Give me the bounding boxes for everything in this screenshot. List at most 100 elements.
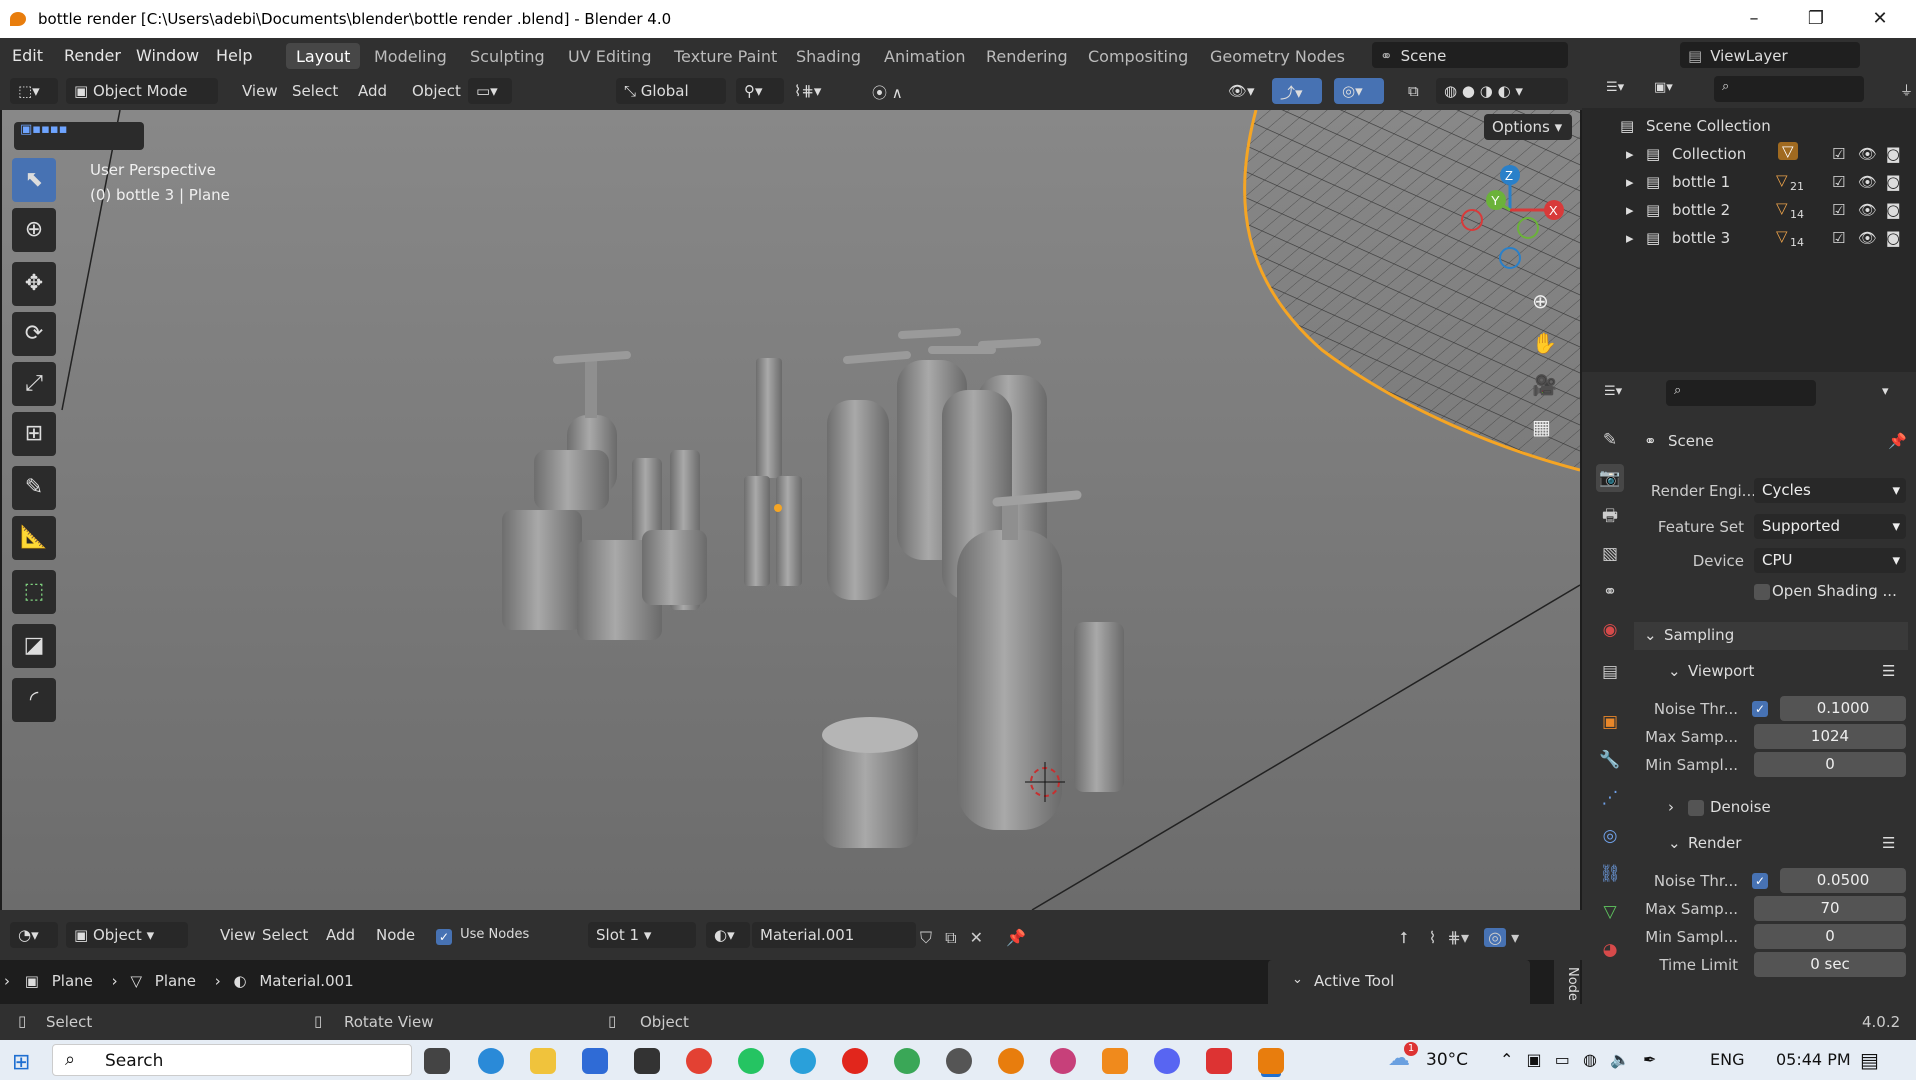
options-button[interactable]: Options ▾ — [1484, 114, 1572, 140]
snap-icon[interactable]: ⌇ — [1429, 928, 1437, 947]
telegram-icon[interactable] — [790, 1048, 816, 1074]
vlc-icon[interactable] — [1102, 1048, 1128, 1074]
notifications-icon[interactable]: ▤ — [1860, 1048, 1879, 1072]
expand-arrow-icon[interactable]: ▸ — [1626, 229, 1634, 247]
expand-arrow-icon[interactable]: ▸ — [1626, 145, 1634, 163]
sampling-panel-header[interactable]: ⌄ Sampling — [1634, 622, 1908, 650]
menu-render[interactable]: Render — [64, 46, 121, 65]
active-tool-panel[interactable]: ⌄ Active Tool — [1268, 960, 1530, 1004]
viewport-subpanel-header[interactable]: ⌄ Viewport ☰ — [1582, 658, 1916, 686]
tab-world-icon[interactable]: ◉ — [1596, 616, 1624, 644]
eye-icon[interactable]: 👁 — [1858, 145, 1877, 163]
orientation-selector[interactable]: ⤡ Global — [616, 78, 726, 104]
node-editor-type-button[interactable]: ◔▾ — [10, 922, 58, 948]
network-globe-icon[interactable]: ◍ — [1583, 1050, 1597, 1069]
tray-icons[interactable]: ⌃ ▣ ▭ ◍ 🔈 ✒ — [1500, 1050, 1656, 1069]
tab-shading[interactable]: Shading — [786, 43, 871, 69]
use-nodes-toggle[interactable]: ✓ Use Nodes — [436, 926, 529, 945]
checkbox-icon[interactable]: ☑ — [1832, 145, 1845, 163]
search-icon[interactable]: ⌕ — [1714, 76, 1864, 102]
menu-view[interactable]: View — [234, 78, 286, 104]
filter-icon[interactable]: ⏚ — [1900, 80, 1913, 99]
render-engine-select[interactable]: Cycles ▾ — [1754, 478, 1906, 503]
outliner-item-bottle-3[interactable]: ▸ ▤ bottle 3 ▽ 14 ☑ 👁 ◙ — [1582, 224, 1916, 252]
blender-taskbar-icon[interactable] — [998, 1048, 1024, 1074]
language-indicator[interactable]: ENG — [1710, 1050, 1744, 1069]
tab-geometry-nodes[interactable]: Geometry Nodes — [1200, 43, 1355, 69]
tab-uv-editing[interactable]: UV Editing — [558, 43, 661, 69]
tool-move[interactable]: ✥ — [12, 262, 56, 306]
outliner-item-bottle-1[interactable]: ▸ ▤ bottle 1 ▽ 21 ☑ 👁 ◙ — [1582, 168, 1916, 196]
taskbar-search[interactable]: ⌕ Search — [52, 1044, 412, 1076]
node-menu-add[interactable]: Add — [318, 922, 363, 948]
feature-set-select[interactable]: Supported ▾ — [1754, 514, 1906, 539]
camera-render-icon[interactable]: ◙ — [1886, 229, 1901, 247]
checkbox-icon[interactable]: ☑ — [1832, 173, 1845, 191]
proportional-edit-button[interactable]: ⦿ ∧ — [864, 78, 936, 104]
app-icon-2[interactable] — [1050, 1048, 1076, 1074]
grid-icon[interactable]: ▦ — [1532, 406, 1557, 448]
menu-add[interactable]: Add — [350, 78, 395, 104]
tool-scale[interactable]: ⤢ — [12, 362, 56, 406]
r-min-field[interactable]: 0 — [1754, 924, 1906, 949]
xray-toggle-button[interactable]: ⧉ — [1400, 78, 1430, 104]
snap-grid-icon[interactable]: ⋕▾ — [1448, 928, 1469, 947]
camera-render-icon[interactable]: ◙ — [1886, 201, 1901, 219]
windows-start-icon[interactable]: ⊞ — [12, 1050, 30, 1075]
tool-extra-2[interactable]: ◜ — [12, 678, 56, 722]
outliner-root[interactable]: ▤ Scene Collection — [1582, 112, 1916, 140]
node-snap-controls[interactable]: ⭡ ⌇ ⋕▾ ◎ ▾ — [1400, 928, 1519, 948]
camera-render-icon[interactable]: ◙ — [1886, 145, 1901, 163]
material-actions[interactable]: ⛉ ⧉ ✕ 📌 — [920, 928, 1026, 948]
time-limit-field[interactable]: 0 sec — [1754, 952, 1906, 977]
tab-sculpting[interactable]: Sculpting — [460, 43, 555, 69]
menu-select[interactable]: Select — [284, 78, 346, 104]
r-noise-checkbox[interactable]: ✓ — [1752, 873, 1768, 889]
select-box-icon[interactable]: ▣▪▪▪▪ — [20, 122, 68, 137]
chrome-icon[interactable] — [686, 1048, 712, 1074]
r-noise-field[interactable]: 0.0500 — [1780, 868, 1906, 893]
pen-icon[interactable]: ✒ — [1643, 1050, 1656, 1069]
tab-modeling[interactable]: Modeling — [364, 43, 457, 69]
mode-selector[interactable]: ▣ Object Mode — [66, 78, 218, 104]
tool-add-cube[interactable]: ⬚ — [12, 570, 56, 614]
opera-icon[interactable] — [842, 1048, 868, 1074]
media-player-icon[interactable] — [946, 1048, 972, 1074]
list-icon[interactable]: ☰ — [1882, 834, 1895, 852]
file-explorer-icon[interactable] — [530, 1048, 556, 1074]
tool-extra-1[interactable]: ◪ — [12, 624, 56, 668]
chevron-down-icon[interactable]: ▾ — [1882, 384, 1889, 399]
checkbox-icon[interactable]: ☑ — [1832, 201, 1845, 219]
material-name-field[interactable]: Material.001 — [752, 922, 916, 948]
zoom-icon[interactable]: ⊕ — [1532, 280, 1557, 322]
shading-modes[interactable]: ◍ ● ◑ ◐ ▾ — [1436, 78, 1568, 104]
parent-icon[interactable]: ⭡ — [1400, 928, 1408, 947]
expand-arrow-icon[interactable]: ▸ — [1626, 201, 1634, 219]
viewport-nav-buttons[interactable]: ⊕ ✋ 🎥 ▦ — [1532, 280, 1557, 448]
whatsapp-icon[interactable] — [738, 1048, 764, 1074]
unlink-close-icon[interactable]: ✕ — [970, 928, 983, 947]
pin-icon[interactable]: 📌 — [1888, 432, 1907, 450]
duplicate-icon[interactable]: ⧉ — [945, 928, 956, 947]
maximize-button[interactable]: ❐ — [1796, 6, 1836, 32]
scene-selector[interactable]: ⚭ Scene — [1372, 42, 1568, 68]
edge-browser-icon[interactable] — [478, 1048, 504, 1074]
list-icon[interactable]: ☰ — [1882, 662, 1895, 680]
vp-max-field[interactable]: 1024 — [1754, 724, 1906, 749]
outliner-editor-icon[interactable]: ☰▾ — [1606, 80, 1624, 95]
menu-window[interactable]: Window — [136, 46, 199, 65]
eye-icon[interactable]: 👁 — [1858, 201, 1877, 219]
battery-icon[interactable]: ▭ — [1555, 1050, 1570, 1069]
slot-select[interactable]: Slot 1 ▾ — [588, 922, 696, 948]
gizmo-toggle-button[interactable]: ⤴▾ — [1272, 78, 1322, 104]
select-mode-buttons[interactable]: ▣▪▪▪▪ — [14, 122, 144, 150]
visibility-button[interactable]: 👁▾ — [1220, 78, 1266, 104]
tray-app-icon[interactable]: ▣ — [1527, 1050, 1542, 1069]
overlay-toggle-button[interactable]: ◎▾ — [1334, 78, 1384, 104]
snapping-button[interactable]: ⌇⋕▾ — [786, 78, 852, 104]
tab-rendering[interactable]: Rendering — [976, 43, 1078, 69]
menu-object[interactable]: Object — [404, 78, 469, 104]
r-max-field[interactable]: 70 — [1754, 896, 1906, 921]
use-nodes-checkbox[interactable]: ✓ — [436, 929, 452, 945]
viewlayer-selector[interactable]: ▤ ViewLayer — [1680, 42, 1860, 68]
